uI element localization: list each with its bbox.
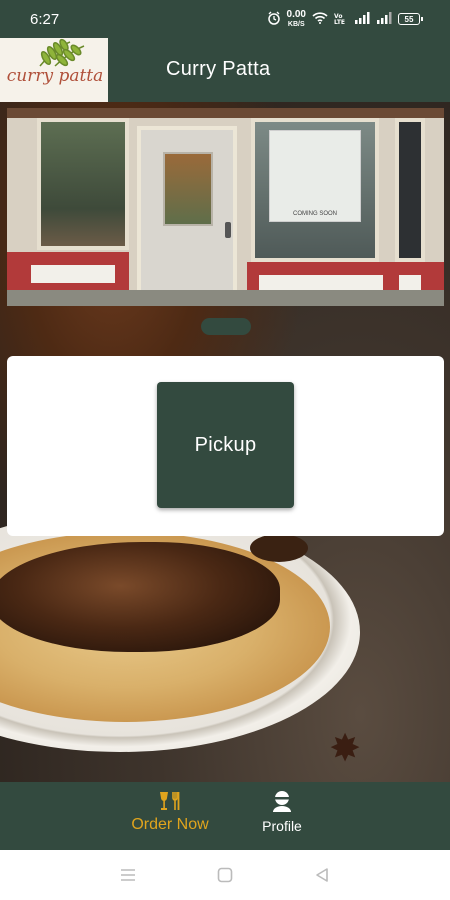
volte-icon: Vo LTE bbox=[334, 12, 348, 26]
logo: curry patta bbox=[0, 38, 108, 102]
storefront-window bbox=[37, 118, 129, 250]
storefront-sign-text: COMING SOON bbox=[292, 211, 337, 217]
data-speed: 0.00 KB/S bbox=[286, 8, 306, 29]
data-speed-unit: KB/S bbox=[287, 20, 305, 28]
main-content: ✸ COMING SOON Pickup bbox=[0, 102, 450, 782]
signal-icon bbox=[354, 11, 370, 27]
storefront-door bbox=[137, 126, 237, 306]
status-bar: 6:27 0.00 KB/S Vo LTE 55 bbox=[0, 0, 450, 38]
star-anise-image: ✸ bbox=[329, 728, 361, 770]
order-type-card: Pickup bbox=[7, 356, 444, 536]
nav-profile[interactable]: Profile bbox=[242, 788, 322, 834]
data-speed-value: 0.00 bbox=[286, 8, 306, 20]
wifi-icon bbox=[312, 11, 328, 27]
battery-icon: 55 bbox=[398, 13, 423, 25]
nav-order-now[interactable]: Order Now bbox=[118, 788, 222, 834]
bottom-navigation: Order Now Profile bbox=[0, 782, 450, 850]
app-bar: curry patta Curry Patta bbox=[0, 38, 450, 102]
alarm-icon bbox=[267, 11, 281, 28]
home-icon[interactable] bbox=[215, 865, 235, 885]
chicken-image bbox=[0, 542, 280, 652]
status-icons: 0.00 KB/S Vo LTE 55 bbox=[267, 8, 423, 29]
nav-order-now-label: Order Now bbox=[131, 816, 209, 833]
battery-level: 55 bbox=[404, 14, 414, 24]
menu-icon[interactable] bbox=[118, 865, 138, 885]
profile-icon bbox=[270, 788, 294, 814]
restaurant-storefront-image: COMING SOON bbox=[7, 108, 444, 306]
pickup-button[interactable]: Pickup bbox=[157, 382, 294, 508]
chicken-bone-image bbox=[250, 534, 308, 562]
system-navigation-bar bbox=[0, 850, 450, 900]
back-icon[interactable] bbox=[312, 865, 332, 885]
logo-text: curry patta bbox=[6, 66, 104, 86]
signal-icon bbox=[376, 11, 392, 27]
carousel-indicator[interactable] bbox=[201, 318, 251, 335]
nav-profile-label: Profile bbox=[262, 818, 302, 834]
app-title: Curry Patta bbox=[166, 58, 271, 80]
svg-text:LTE: LTE bbox=[334, 19, 345, 24]
status-time: 6:27 bbox=[30, 10, 60, 28]
storefront-sign: COMING SOON bbox=[269, 130, 361, 222]
fork-knife-icon bbox=[158, 788, 182, 814]
